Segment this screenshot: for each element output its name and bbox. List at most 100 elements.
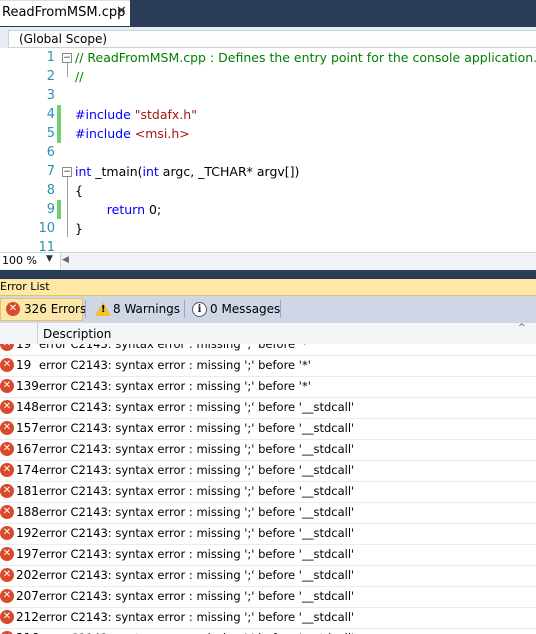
error-description: error C2143: syntax error : missing ';' … [39,505,355,519]
line-number: 7 [46,164,55,179]
error-row[interactable]: ✕ 148 error C2143: syntax error : missing … [0,397,536,419]
scroll-left-arrow-icon[interactable]: ◀ [62,255,69,265]
collapse-comment-icon[interactable]: − [62,53,72,63]
code-token: // ReadFromMSM.cpp : Defines the entry p… [75,50,536,65]
error-row[interactable]: ✕ 157 error C2143: syntax error : missing … [0,418,536,440]
error-description: error C2143: syntax error : missing ';' … [39,610,355,624]
code-line[interactable]: { [75,181,83,200]
messages-filter-button[interactable]: i 0 Messages [188,298,280,321]
error-list-header: Description ^ [0,323,536,345]
errors-filter-button[interactable]: ✕ 326 Errors [0,298,87,321]
error-row[interactable]: ✕ 207 error C2143: syntax error : missing … [0,586,536,608]
error-row[interactable]: ✕ 202 error C2143: syntax error : missing … [0,565,536,587]
error-number: 192 [16,526,39,540]
error-row[interactable]: ✕ 174 error C2143: syntax error : missing … [0,460,536,482]
error-list-title-bar: Error List [0,279,536,296]
error-icon: ✕ [0,589,14,603]
code-line[interactable]: return 0; [75,200,161,219]
code-token: #include [75,107,131,122]
error-icon: ✕ [0,400,14,414]
outline-guide [67,177,68,237]
error-description: error C2143: syntax error : missing ';' … [39,421,355,435]
collapse-function-icon[interactable]: − [62,167,72,177]
code-line[interactable]: #include <msi.h> [75,124,190,143]
line-number: 3 [46,88,55,103]
code-token: "stdafx.h" [134,107,197,122]
error-row[interactable]: ✕ 192 error C2143: syntax error : missing … [0,523,536,545]
error-number: 181 [16,484,39,498]
error-icon: ✕ [0,526,14,540]
warning-icon-mark: ! [101,304,106,315]
error-icon: ✕ [0,463,14,477]
error-number: 148 [16,400,39,414]
error-number: 188 [16,505,39,519]
error-row[interactable]: ✕216error C2143: syntax error : missing … [0,628,536,634]
error-description: error C2143: syntax error : missing ';' … [39,379,311,393]
line-number: 5 [46,126,55,141]
outline-guide [67,63,68,77]
error-row[interactable]: ✕ 197 error C2143: syntax error : missing … [0,544,536,566]
code-token: <msi.h> [134,126,190,141]
error-row[interactable]: ✕ 181 error C2143: syntax error : missing … [0,481,536,503]
warnings-filter-label: 8 Warnings [113,302,181,316]
error-icon: ✕ [0,442,14,456]
error-number: 197 [16,547,39,561]
error-row[interactable]: ✕ 167 error C2143: syntax error : missing … [0,439,536,461]
window-splitter[interactable] [0,270,536,279]
change-tracking-bar [57,105,61,143]
code-token: 0; [145,202,162,217]
close-icon[interactable]: ✕ [116,4,127,20]
error-list-rows[interactable]: ✕19error C2143: syntax error : missing '… [0,344,536,634]
errors-filter-label: 326 Errors [24,302,87,316]
zoom-dropdown[interactable]: 100 % ▼ [0,253,61,269]
error-row[interactable]: ✕ 212 error C2143: syntax error : missing … [0,607,536,629]
sort-arrow-icon: ^ [518,323,526,333]
chevron-down-icon[interactable]: ▼ [46,254,53,264]
error-description: error C2143: syntax error : missing ';' … [39,442,355,456]
code-line[interactable]: int _tmain(int argc, _TCHAR* argv[]) [75,162,299,181]
code-line[interactable]: } [75,219,83,238]
column-divider[interactable] [37,323,38,344]
error-icon: ✕ [0,344,14,351]
description-column-header[interactable]: Description [43,327,111,341]
code-line[interactable]: // ReadFromMSM.cpp : Defines the entry p… [75,48,536,67]
error-description: error C2143: syntax error : missing ';' … [39,400,355,414]
error-icon: ✕ [6,302,20,316]
code-token: #include [75,126,131,141]
line-number: 10 [38,221,55,236]
error-icon: ✕ [0,568,14,582]
line-number: 1 [46,50,55,65]
error-row[interactable]: ✕ 139 error C2143: syntax error : missing … [0,376,536,398]
code-token: int [142,164,159,179]
line-number: 2 [46,69,55,84]
error-description: error C2143: syntax error : missing ';' … [39,484,355,498]
document-tab[interactable]: ReadFromMSM.cpp ✕ [0,0,130,26]
warnings-filter-button[interactable]: ! 8 Warnings [90,298,182,321]
code-editor[interactable]: 1 // ReadFromMSM.cpp : Defines the entry … [0,48,536,255]
line-number: 9 [46,202,55,217]
error-description: error C2143: syntax error : missing ';' … [39,463,355,477]
code-line[interactable]: // [75,67,83,86]
error-description: error C2143: syntax error : missing ';' … [39,547,355,561]
error-list-title: Error List [0,280,50,293]
scope-dropdown[interactable]: (Global Scope) [8,30,536,48]
error-row[interactable]: ✕19 error C2143: syntax error : missing '… [0,355,536,377]
document-tab-strip: ReadFromMSM.cpp ✕ [0,0,536,27]
error-icon: ✕ [0,610,14,624]
error-icon: ✕ [0,547,14,561]
change-tracking-bar [57,200,61,219]
error-number: 19 [16,358,32,372]
document-tab-title: ReadFromMSM.cpp [2,5,126,20]
code-token: _tmain( [91,164,143,179]
error-number: 139 [16,379,39,393]
code-token: } [75,221,83,236]
error-row[interactable]: ✕ 188 error C2143: syntax error : missing … [0,502,536,524]
error-number: 19 [16,344,32,351]
messages-filter-label: 0 Messages [210,302,281,316]
code-line[interactable]: #include "stdafx.h" [75,105,197,124]
error-icon: ✕ [0,484,14,498]
code-token: // [75,69,84,84]
error-description: error C2143: syntax error : missing ';' … [39,344,311,351]
error-number: 157 [16,421,39,435]
